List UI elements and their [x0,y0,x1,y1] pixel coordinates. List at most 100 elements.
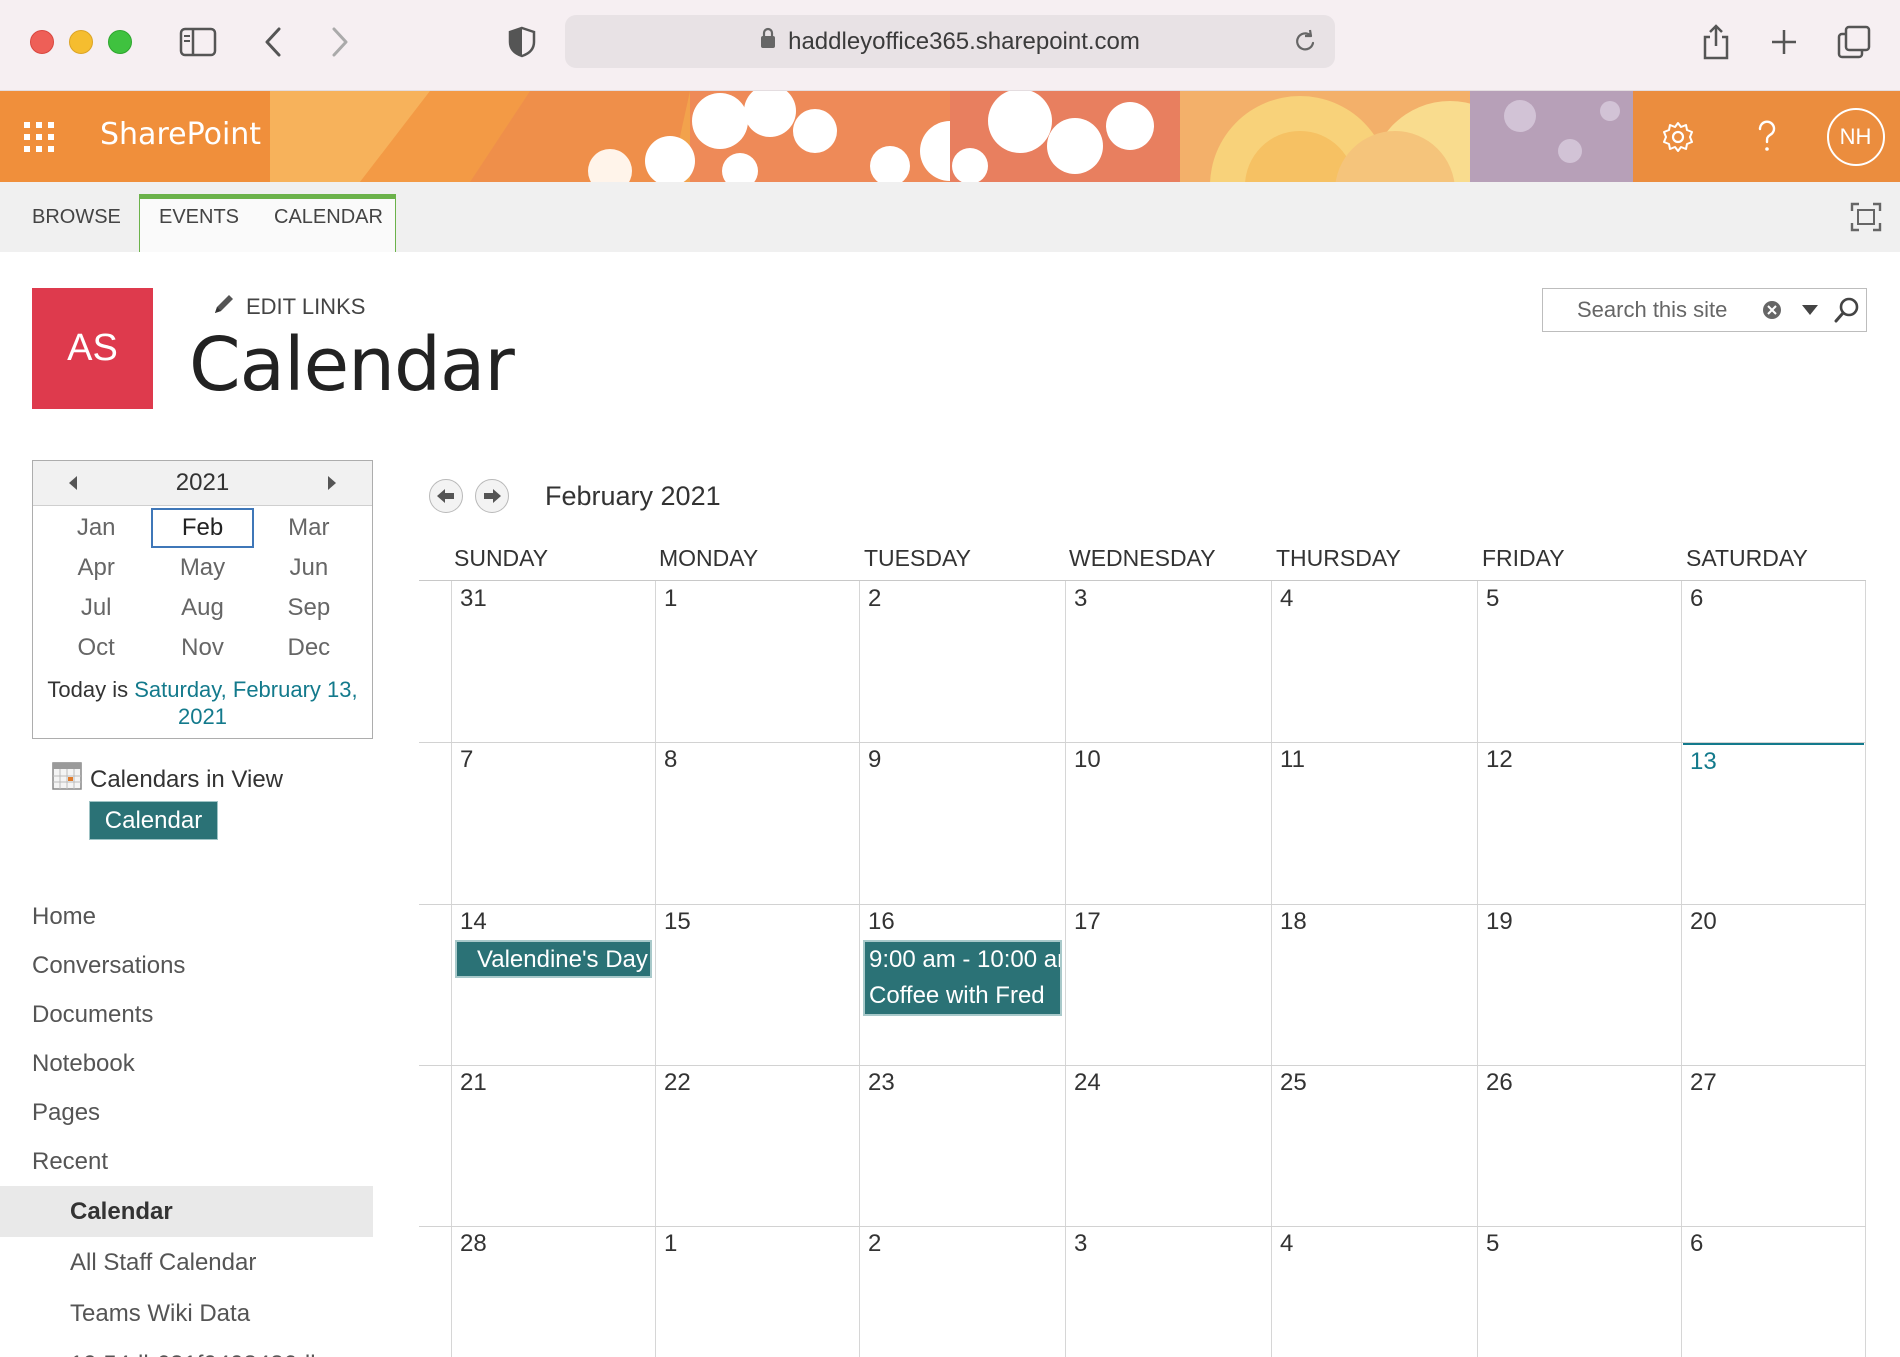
day-number[interactable]: 28 [460,1230,487,1258]
zoom-window-button[interactable] [108,30,132,54]
day-number[interactable]: 10 [1074,746,1101,774]
next-year-icon[interactable] [327,476,336,490]
day-number[interactable]: 31 [460,585,487,613]
day-number[interactable]: 1 [664,585,677,613]
calendar-event[interactable]: 9:00 am - 10:00 am Coffee with Fred [863,940,1062,1016]
edit-links-button[interactable]: EDIT LINKS [212,292,365,322]
previous-month-button[interactable] [429,479,463,513]
calendar-day-cell[interactable] [1065,581,1271,742]
day-number[interactable]: 13 [1690,748,1717,776]
calendar-day-cell[interactable] [655,1226,859,1357]
day-number[interactable]: 15 [664,908,691,936]
tab-events[interactable]: EVENTS [159,182,239,252]
nav-pages[interactable]: Pages [0,1088,373,1137]
calendar-day-cell[interactable] [1477,1226,1681,1357]
day-number[interactable]: 5 [1486,585,1499,613]
nav-recent-calendar[interactable]: Calendar [0,1186,373,1237]
new-tab-icon[interactable] [1767,20,1801,64]
nav-home[interactable]: Home [0,892,373,941]
month-apr[interactable]: Apr [43,548,149,588]
month-nov[interactable]: Nov [149,628,255,668]
month-jun[interactable]: Jun [256,548,362,588]
help-icon[interactable] [1722,91,1811,182]
day-number[interactable]: 14 [460,908,487,936]
day-number[interactable]: 3 [1074,1230,1087,1258]
previous-year-icon[interactable] [69,476,77,490]
address-bar[interactable]: haddleyoffice365.sharepoint.com [565,15,1335,68]
search-input[interactable] [1543,297,1753,323]
sidebar-toggle-icon[interactable] [178,20,218,64]
day-number[interactable]: 2 [868,585,881,613]
day-number[interactable]: 4 [1280,1230,1293,1258]
calendar-event[interactable]: Valendine's Day [455,940,652,978]
day-number[interactable]: 6 [1690,585,1703,613]
month-feb[interactable]: Feb [151,508,254,548]
calendar-day-cell[interactable] [1271,1226,1477,1357]
tab-calendar[interactable]: CALENDAR [274,182,383,252]
close-window-button[interactable] [30,30,54,54]
day-number[interactable]: 27 [1690,1069,1717,1097]
day-number[interactable]: 5 [1486,1230,1499,1258]
calendar-day-cell[interactable] [859,742,1065,903]
day-number[interactable]: 1 [664,1230,677,1258]
month-mar[interactable]: Mar [256,508,362,548]
day-number[interactable]: 16 [868,908,895,936]
day-number[interactable]: 11 [1280,746,1305,774]
minimize-window-button[interactable] [69,30,93,54]
day-number[interactable]: 17 [1074,908,1101,936]
focus-on-content-icon[interactable] [1850,202,1882,237]
day-number[interactable]: 20 [1690,908,1717,936]
nav-notebook[interactable]: Notebook [0,1039,373,1088]
calendar-day-cell[interactable] [1681,1226,1866,1357]
reload-icon[interactable] [1293,28,1317,61]
calendar-day-cell[interactable] [859,1226,1065,1357]
day-number[interactable]: 3 [1074,585,1087,613]
day-number[interactable]: 24 [1074,1069,1101,1097]
day-number[interactable]: 18 [1280,908,1307,936]
month-oct[interactable]: Oct [43,628,149,668]
month-aug[interactable]: Aug [149,588,255,628]
calendar-day-cell[interactable] [859,581,1065,742]
day-number[interactable]: 8 [664,746,677,774]
day-number[interactable]: 9 [868,746,881,774]
site-logo[interactable]: AS [32,288,153,409]
search-scope-dropdown-icon[interactable] [1791,305,1829,315]
nav-recent-teams-wiki-data[interactable]: Teams Wiki Data [0,1288,373,1339]
clear-search-icon[interactable] [1753,300,1791,320]
calendar-day-cell[interactable] [1065,1226,1271,1357]
sharepoint-brand[interactable]: SharePoint [100,117,261,152]
share-icon[interactable] [1699,20,1733,64]
forward-icon[interactable] [325,20,355,64]
month-dec[interactable]: Dec [256,628,362,668]
day-number[interactable]: 12 [1486,746,1513,774]
gear-icon[interactable] [1633,91,1722,182]
calendar-day-cell[interactable] [1271,581,1477,742]
calendar-overlay-chip[interactable]: Calendar [89,801,218,840]
user-account-button[interactable]: NH [1811,91,1900,182]
month-jul[interactable]: Jul [43,588,149,628]
nav-documents[interactable]: Documents [0,990,373,1039]
calendar-day-cell[interactable] [451,742,655,903]
month-may[interactable]: May [149,548,255,588]
calendar-day-cell[interactable] [1477,581,1681,742]
day-number[interactable]: 22 [664,1069,691,1097]
nav-recent-channel[interactable]: 19:54db631f0408486db [0,1339,373,1357]
back-icon[interactable] [258,20,288,64]
calendar-day-cell[interactable] [655,742,859,903]
privacy-shield-icon[interactable] [505,20,539,64]
day-number[interactable]: 19 [1486,908,1513,936]
nav-conversations[interactable]: Conversations [0,941,373,990]
today-link[interactable]: Saturday, February 13, 2021 [134,677,357,729]
tab-overview-icon[interactable] [1836,20,1872,64]
day-number[interactable]: 26 [1486,1069,1513,1097]
tab-browse[interactable]: BROWSE [32,182,121,252]
day-number[interactable]: 2 [868,1230,881,1258]
search-icon[interactable] [1828,297,1866,323]
day-number[interactable]: 23 [868,1069,895,1097]
day-number[interactable]: 21 [460,1069,487,1097]
day-number[interactable]: 6 [1690,1230,1703,1258]
month-sep[interactable]: Sep [256,588,362,628]
day-number[interactable]: 7 [460,746,473,774]
nav-recent-all-staff-calendar[interactable]: All Staff Calendar [0,1237,373,1288]
month-jan[interactable]: Jan [43,508,149,548]
